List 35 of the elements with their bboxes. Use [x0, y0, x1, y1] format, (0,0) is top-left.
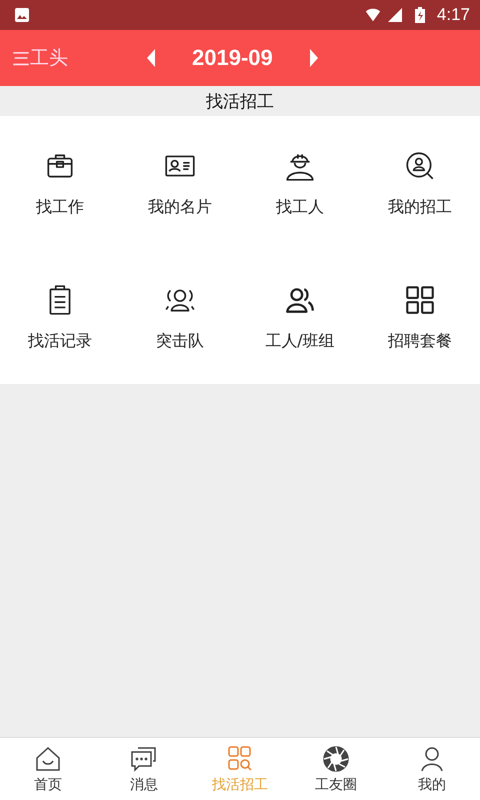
home-icon — [36, 746, 60, 770]
next-arrow-icon[interactable] — [308, 48, 319, 68]
group-icon — [286, 288, 314, 312]
grid-search-icon — [228, 746, 252, 770]
month-label: 2019-09 — [192, 45, 273, 71]
menu-item[interactable]: 找活记录 — [0, 250, 120, 384]
menu-item[interactable]: 找工人 — [240, 116, 360, 250]
menu-item[interactable]: 我的名片 — [120, 116, 240, 250]
user-search-icon — [406, 152, 434, 180]
tab[interactable]: 消息 — [96, 738, 192, 800]
id-card-icon — [165, 155, 195, 176]
worker-icon — [286, 152, 314, 180]
previous-arrow-icon[interactable] — [146, 48, 156, 68]
menu-item[interactable]: 突击队 — [120, 250, 240, 384]
person-icon — [421, 746, 443, 771]
team-icon — [165, 289, 195, 311]
clipboard-icon — [50, 284, 70, 314]
menu-item[interactable]: 工人/班组 — [240, 250, 360, 384]
tab[interactable]: 工友圈 — [288, 738, 384, 800]
clock-time: 4:17 — [436, 5, 470, 25]
menu-item[interactable]: 招聘套餐 — [360, 250, 480, 384]
menu-item[interactable]: 我的招工 — [360, 116, 480, 250]
tab[interactable]: 首页 — [0, 738, 96, 800]
section-title: 找活招工 — [206, 90, 274, 112]
briefcase-icon — [47, 154, 73, 177]
menu-item[interactable]: 找工作 — [0, 116, 120, 250]
grid-icon — [406, 286, 434, 314]
signal-icon — [386, 7, 403, 23]
aperture-icon — [323, 746, 349, 772]
battery-icon — [414, 7, 425, 23]
wifi-icon — [364, 7, 381, 23]
tab[interactable]: 我的 — [384, 738, 480, 800]
image-icon — [14, 7, 30, 23]
menu-icon — [12, 49, 30, 67]
chat-icon — [131, 746, 156, 772]
